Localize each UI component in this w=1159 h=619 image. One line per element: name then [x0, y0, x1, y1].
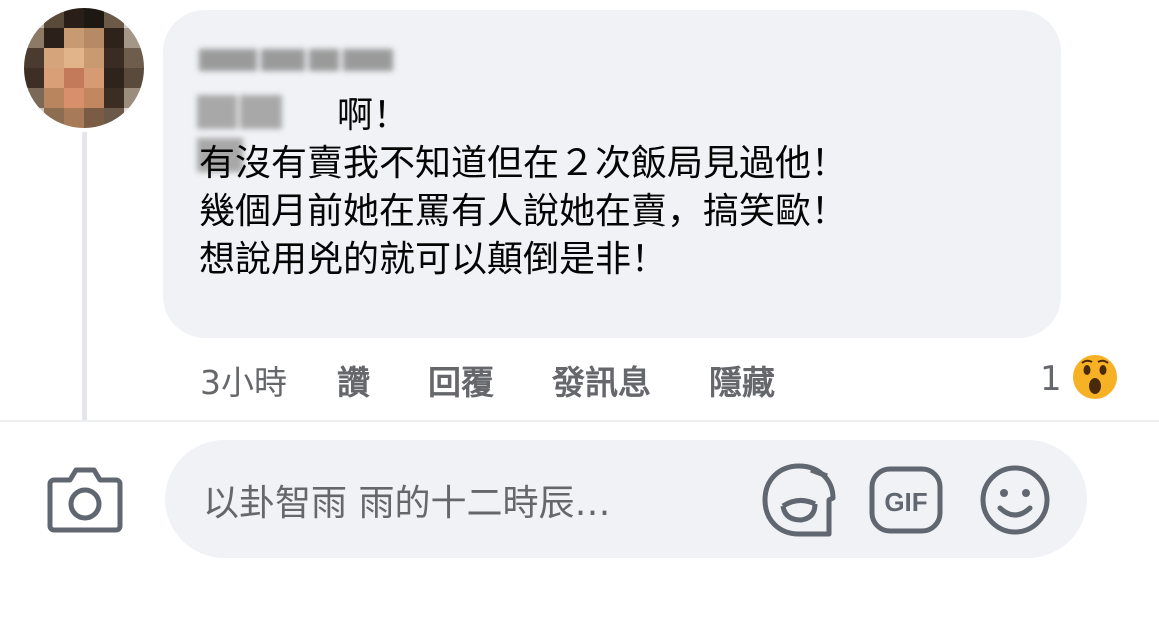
- message-button[interactable]: 發訊息: [552, 356, 651, 404]
- comment-text: 啊！ 有沒有賣我不知道但在２次飯局見過他！ 幾個月前她在罵有人說她在賣，搞笑歐！ …: [199, 92, 847, 284]
- sticker-icon[interactable]: [761, 462, 839, 542]
- divider: [0, 420, 1159, 422]
- reaction-summary[interactable]: 1: [1040, 352, 1120, 406]
- comment-line: 幾個月前她在罵有人說她在賣，搞笑歐！: [199, 191, 848, 232]
- comment-input-placeholder: 以卦智雨 雨的十二時辰…: [203, 483, 611, 524]
- reaction-count: 1: [1040, 359, 1062, 399]
- comment-input[interactable]: 以卦智雨 雨的十二時辰… GIF: [165, 440, 1087, 558]
- hide-button[interactable]: 隱藏: [709, 356, 775, 404]
- thread-line: [82, 132, 87, 422]
- gif-icon[interactable]: GIF: [869, 466, 943, 538]
- gif-label: GIF: [884, 487, 927, 517]
- timestamp[interactable]: 3小時: [200, 356, 287, 404]
- camera-icon[interactable]: [46, 462, 124, 534]
- reply-button[interactable]: 回覆: [428, 356, 494, 404]
- comment-actions: 3小時 讚 回覆 發訊息 隱藏: [200, 356, 833, 404]
- comment-line: 想說用兇的就可以顛倒是非！: [199, 239, 668, 280]
- comment-line: 啊！: [337, 95, 410, 136]
- avatar[interactable]: [24, 8, 144, 128]
- comment-bubble: 啊！ 有沒有賣我不知道但在２次飯局見過他！ 幾個月前她在罵有人說她在賣，搞笑歐！ …: [163, 10, 1061, 338]
- comment-line: 有沒有賣我不知道但在２次飯局見過他！: [199, 143, 848, 184]
- emoji-icon[interactable]: [979, 464, 1051, 540]
- wow-emoji-icon: [1070, 352, 1120, 406]
- like-button[interactable]: 讚: [337, 356, 370, 404]
- author-name-redacted[interactable]: [199, 46, 399, 74]
